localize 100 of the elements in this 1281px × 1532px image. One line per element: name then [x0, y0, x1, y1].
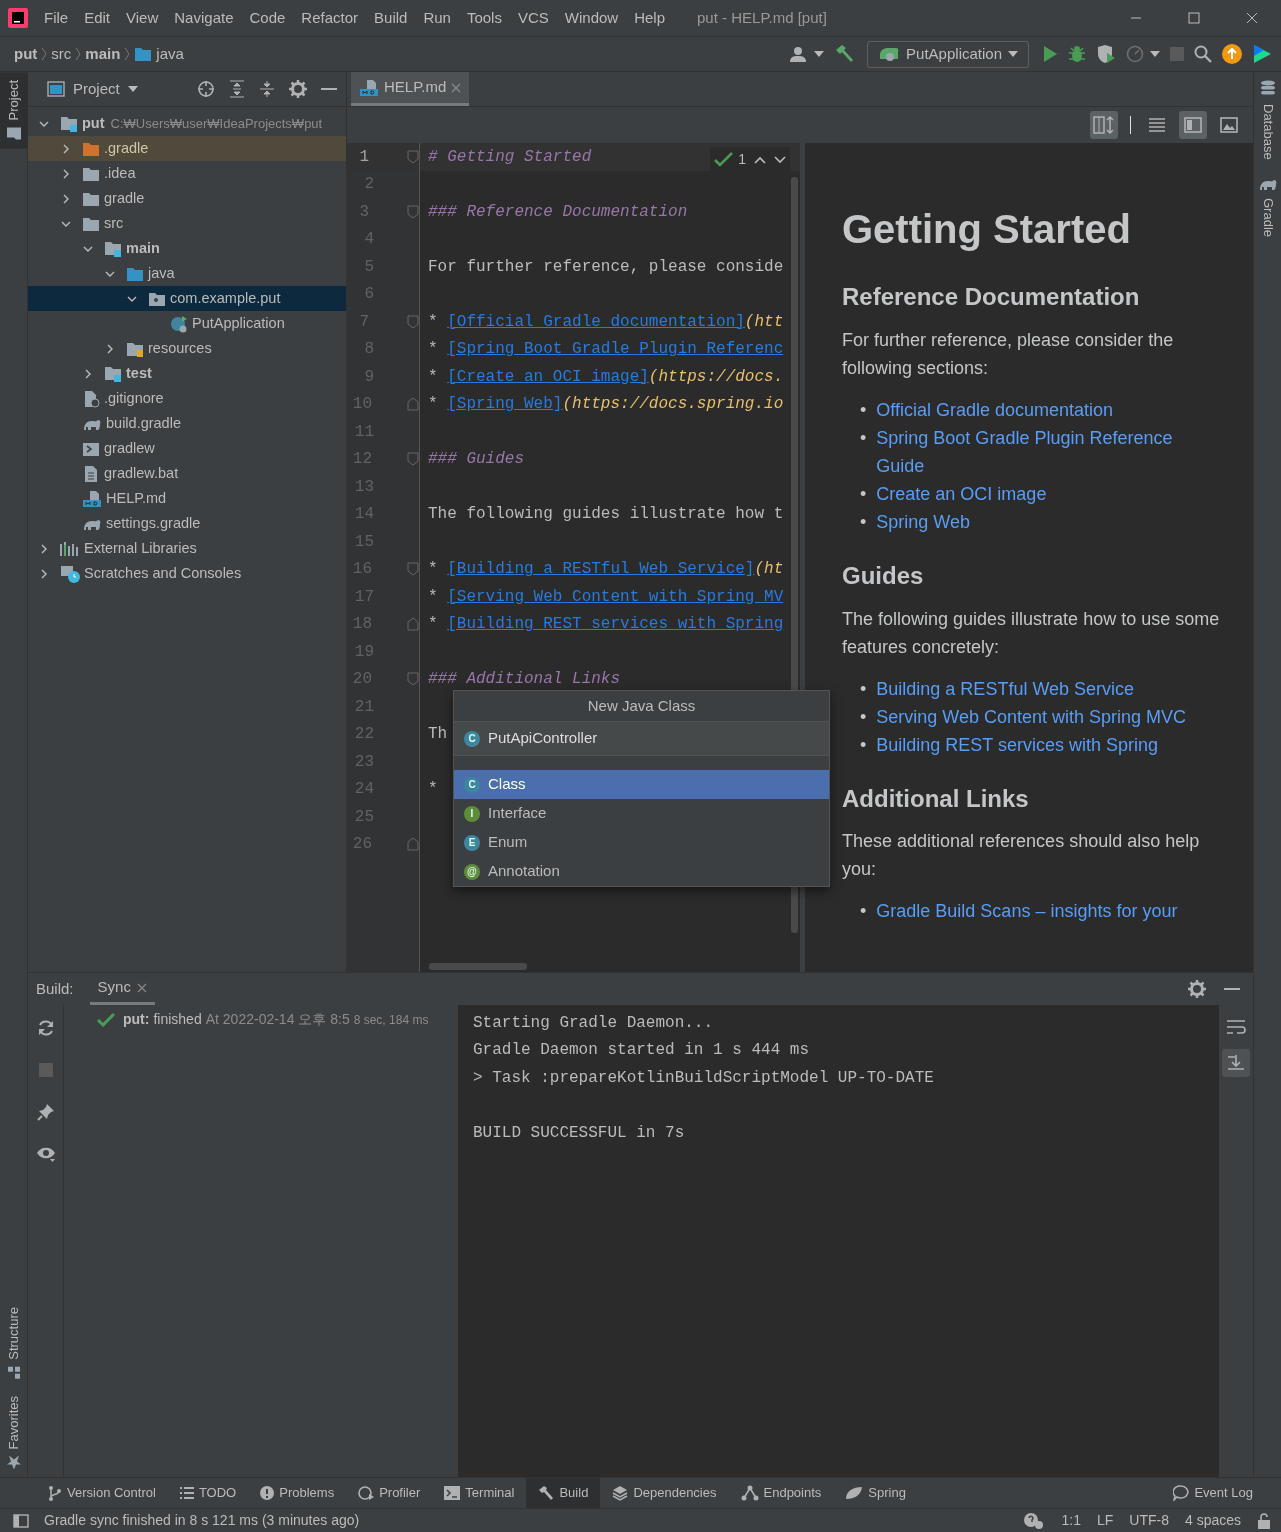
fold-marker-icon[interactable]	[407, 452, 419, 467]
tree-row[interactable]: .gitignore	[28, 386, 346, 411]
tool-window-tab[interactable]: Favorites	[0, 1387, 28, 1477]
popup-option[interactable]: @ Annotation	[454, 857, 829, 886]
inspector-icon[interactable]	[1023, 1511, 1046, 1530]
close-icon[interactable]	[136, 982, 147, 993]
tool-window-tab[interactable]: Problems	[248, 1478, 347, 1508]
view-selector-dropdown[interactable]: Project	[42, 74, 143, 104]
next-icon[interactable]	[774, 155, 786, 164]
fold-marker-icon[interactable]	[407, 672, 419, 687]
menu-item[interactable]: Run	[415, 6, 459, 30]
tool-window-tab[interactable]: Spring	[833, 1478, 918, 1508]
status-item[interactable]: UTF-8	[1129, 1510, 1169, 1531]
status-item[interactable]: 4 spaces	[1184, 1510, 1241, 1531]
tree-row[interactable]: src	[28, 211, 346, 236]
sync-tab[interactable]: Sync	[89, 973, 155, 1005]
view-mode-button[interactable]	[1179, 111, 1207, 139]
tool-window-tab[interactable]: Version Control	[36, 1478, 168, 1508]
fold-marker-icon[interactable]	[407, 617, 419, 632]
breadcrumb-item[interactable]: java	[156, 42, 184, 66]
tree-row[interactable]: External Libraries	[28, 536, 346, 561]
popup-option[interactable]: C Class	[454, 770, 829, 799]
menu-item[interactable]: Window	[556, 6, 627, 30]
fold-marker-icon[interactable]	[407, 314, 419, 329]
breadcrumb-item[interactable]: main	[85, 42, 121, 66]
fold-marker-icon[interactable]	[407, 562, 419, 577]
event-log-tab[interactable]: Event Log	[1161, 1478, 1265, 1508]
popup-option[interactable]: I Interface	[454, 799, 829, 828]
build-result-row[interactable]: put: finished At 2022-02-14 오후 8:5 8 sec, 184 ms	[97, 1009, 458, 1030]
tool-window-tab[interactable]: Terminal	[432, 1478, 527, 1508]
tree-row[interactable]: settings.gradle	[28, 511, 346, 536]
tree-row[interactable]: gradlew	[28, 436, 346, 461]
breadcrumb-item[interactable]: src	[51, 42, 72, 66]
preview-link[interactable]: Spring Boot Gradle Plugin Reference Guide	[876, 423, 1223, 480]
previous-icon[interactable]	[754, 155, 766, 164]
tree-row[interactable]: PutApplication	[28, 311, 346, 336]
tool-window-tab[interactable]: Endpoints	[728, 1478, 834, 1508]
tree-row[interactable]: gradle	[28, 186, 346, 211]
preview-link[interactable]: Building a RESTful Web Service	[876, 674, 1135, 703]
run-configuration-dropdown[interactable]: PutApplication	[867, 40, 1029, 68]
menu-item[interactable]: Tools	[458, 6, 510, 30]
console-line: Starting Gradle Daemon...	[473, 1012, 715, 1034]
tool-window-tab[interactable]: Database	[1254, 72, 1281, 168]
chevron-right-icon[interactable]	[105, 343, 115, 354]
preview-link[interactable]: Create an OCI image	[876, 479, 1047, 508]
tool-window-tab[interactable]: Structure	[0, 1298, 28, 1388]
scrollbar[interactable]	[429, 963, 527, 970]
chevron-right-icon[interactable]	[61, 193, 71, 204]
chevron-right-icon[interactable]	[39, 543, 49, 554]
tree-row[interactable]: build.gradle	[28, 411, 346, 436]
tree-row[interactable]: gradlew.bat	[28, 461, 346, 486]
chevron-right-icon[interactable]	[61, 143, 71, 154]
preview-link[interactable]: Building REST services with Spring	[876, 730, 1159, 759]
tree-row[interactable]: .idea	[28, 161, 346, 186]
tool-window-tab[interactable]: Project	[0, 72, 28, 149]
tree-row[interactable]: java	[28, 261, 346, 286]
menu-item[interactable]: Navigate	[166, 6, 242, 30]
chevron-right-icon[interactable]	[61, 168, 71, 179]
tool-window-tab[interactable]: Build	[526, 1478, 601, 1508]
tree-row[interactable]: resources	[28, 336, 346, 361]
tree-row[interactable]: main	[28, 236, 346, 261]
chevron-right-icon[interactable]	[83, 368, 93, 379]
file-tab[interactable]: HELP.md	[351, 72, 470, 106]
sync-scroll-toggle[interactable]	[1090, 111, 1118, 139]
tool-window-tab[interactable]: Dependencies	[600, 1478, 729, 1508]
status-item[interactable]: LF	[1096, 1510, 1114, 1531]
tree-item-label: put	[82, 113, 105, 133]
menu-item[interactable]: File	[36, 6, 77, 30]
menu-item[interactable]: Code	[241, 6, 294, 30]
tool-window-tab[interactable]: Gradle	[1254, 167, 1281, 245]
fold-marker-icon[interactable]	[407, 204, 419, 219]
preview-link[interactable]: Serving Web Content with Spring MVC	[876, 702, 1187, 731]
fold-marker-icon[interactable]	[407, 397, 419, 412]
fold-marker-icon[interactable]	[407, 837, 419, 852]
tree-row[interactable]: test	[28, 361, 346, 386]
menu-item[interactable]: Refactor	[293, 6, 367, 30]
fold-marker-icon[interactable]	[407, 149, 419, 164]
menu-item[interactable]: Help	[626, 6, 674, 30]
class-name-field[interactable]: C PutApiController	[454, 722, 829, 756]
menu-item[interactable]: Edit	[76, 6, 119, 30]
tree-row[interactable]: Scratches and Consoles	[28, 561, 346, 586]
preview-link[interactable]: Spring Web	[876, 507, 971, 536]
lock-icon[interactable]	[1257, 1512, 1273, 1529]
preview-link[interactable]: Official Gradle documentation	[876, 395, 1114, 424]
breadcrumb-item[interactable]: put	[14, 42, 38, 66]
status-item[interactable]: 1:1	[1061, 1510, 1081, 1531]
tree-row[interactable]: .gradle	[28, 136, 346, 161]
class-name-input[interactable]: PutApiController	[488, 727, 788, 750]
tree-row[interactable]: com.example.put	[28, 286, 346, 311]
tree-row[interactable]: put C:₩Users₩user₩IdeaProjects₩put	[28, 111, 346, 136]
menu-item[interactable]: View	[118, 6, 167, 30]
menu-item[interactable]: Build	[366, 6, 416, 30]
popup-option[interactable]: E Enum	[454, 828, 829, 857]
tool-window-tab[interactable]: TODO	[167, 1478, 249, 1508]
menu-item[interactable]: VCS	[509, 6, 557, 30]
tool-window-tab[interactable]: Profiler	[346, 1478, 433, 1508]
scroll-to-end-button[interactable]	[1222, 1049, 1250, 1077]
chevron-right-icon[interactable]	[39, 568, 49, 579]
preview-link[interactable]: Gradle Build Scans – insights for your	[876, 897, 1178, 926]
tree-row[interactable]: HELP.md	[28, 486, 346, 511]
